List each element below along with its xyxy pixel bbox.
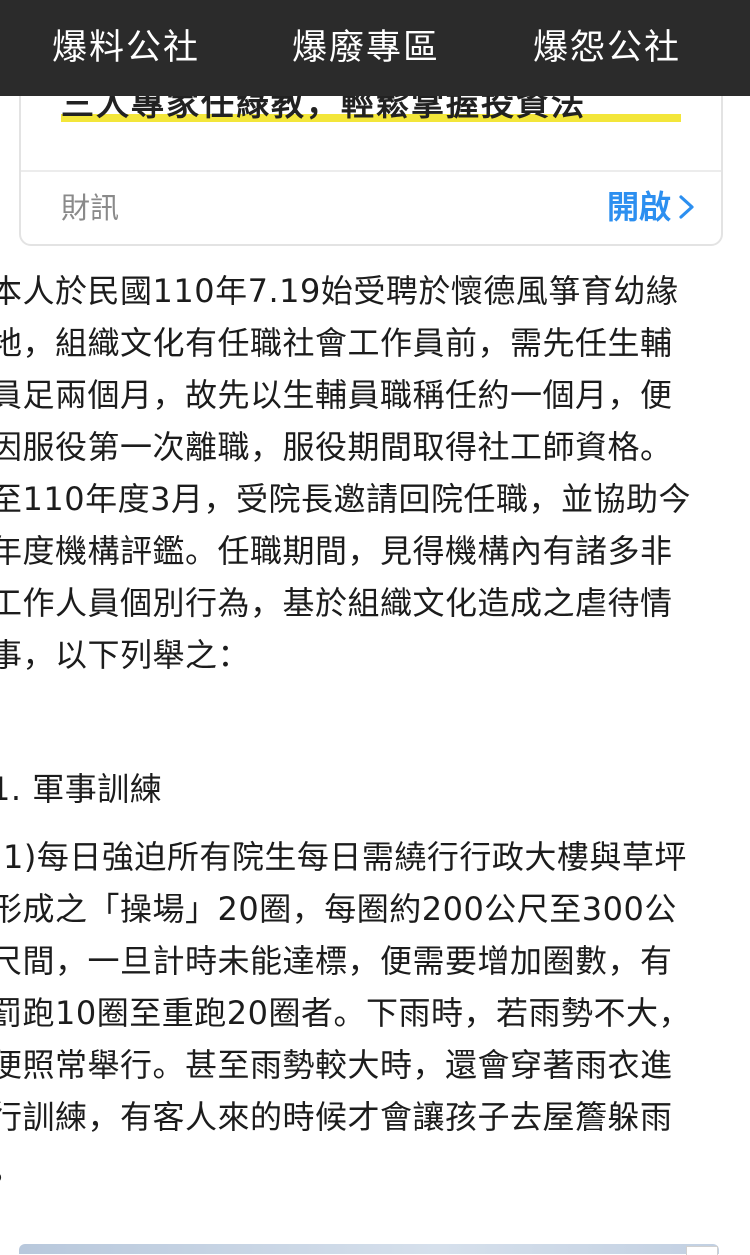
top-nav-bar: 爆料公社 爆廢專區 爆怨公社	[0, 0, 750, 96]
article-line: 尺間，一旦計時未能達標，便需要增加圈數，有	[0, 942, 673, 980]
article-line: 因服役第一次離職，服役期間取得社工師資格。	[0, 428, 673, 466]
article-line: 本人於民國110年7.19始受聘於懷德風箏育幼緣	[0, 272, 679, 310]
card-divider	[21, 170, 721, 172]
article-line: 罰跑10圈至重跑20圈者。下雨時，若雨勢不大，	[0, 994, 691, 1032]
article-line: (1)每日強迫所有院生每日需繞行行政大樓與草坪	[0, 838, 687, 876]
article-line: 工作人員個別行為，基於組織文化造成之虐待情	[0, 584, 673, 622]
article-line: 至110年度3月，受院長邀請回院任職，並協助今	[0, 480, 691, 518]
article-line: 。	[0, 1140, 23, 1198]
open-button[interactable]: 開啟	[607, 184, 671, 230]
article-line: 形成之「操場」20圈，每圈約200公尺至300公	[0, 890, 677, 928]
article-line: 行訓練，有客人來的時候才會讓孩子去屋簷躲雨	[0, 1098, 673, 1136]
article-line: 員足兩個月，故先以生輔員職稱任約一個月，便	[0, 376, 673, 414]
article-line: 地，組織文化有任職社會工作員前，需先任生輔	[0, 324, 673, 362]
section-heading: 1. 軍事訓練	[0, 770, 163, 808]
nav-item-baoyuan[interactable]: 爆怨公社	[533, 22, 681, 74]
article-line: 便照常舉行。甚至雨勢較大時，還會穿著雨衣進	[0, 1046, 673, 1084]
nav-item-baoliao[interactable]: 爆料公社	[52, 22, 200, 74]
article-line: 事，以下列舉之：	[0, 636, 251, 674]
embedded-image[interactable]	[19, 1244, 719, 1254]
chevron-right-icon[interactable]	[675, 194, 699, 220]
nav-item-baofei[interactable]: 爆廢專區	[292, 22, 440, 74]
article-line: 年度機構評鑑。任職期間，見得機構內有諸多非	[0, 532, 673, 570]
ad-source-label: 財訊	[61, 191, 120, 225]
